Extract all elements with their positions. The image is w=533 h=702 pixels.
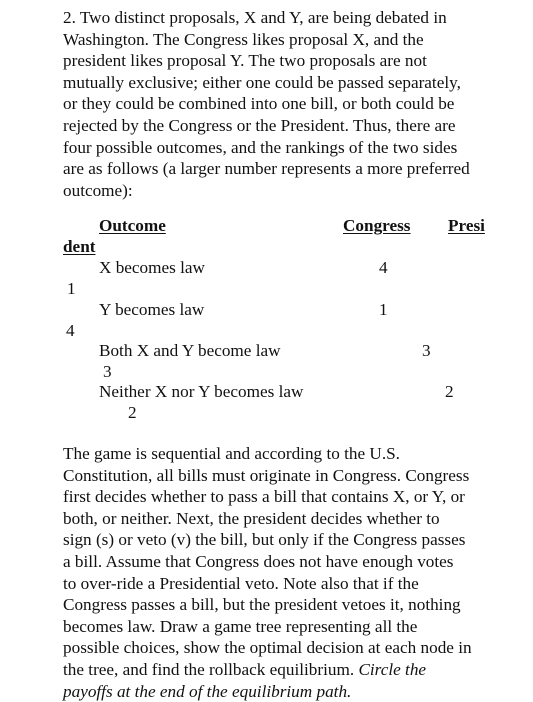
row-congress-rank: 4 xyxy=(379,258,388,277)
intro-line: are as follows (a larger number represen… xyxy=(63,159,470,179)
row-president-rank: 2 xyxy=(128,403,137,422)
body-line: Constitution, all bills must originate i… xyxy=(63,465,470,485)
problem-intro: 2. Two distinct proposals, X and Y, are … xyxy=(63,7,523,201)
body-line: becomes law. Draw a game tree representi… xyxy=(63,616,418,636)
row-president-rank: 3 xyxy=(103,362,112,381)
row-outcome: X becomes law xyxy=(99,258,205,277)
row-congress-rank: 1 xyxy=(379,300,388,319)
body-line: The game is sequential and according to … xyxy=(63,444,400,463)
body-line-mixed: the tree, and find the rollback equilibr… xyxy=(63,659,523,681)
intro-line: 2. Two distinct proposals, X and Y, are … xyxy=(63,8,447,27)
circle-instruction-italic-continued: payoffs at the end of the equilibrium pa… xyxy=(63,681,352,701)
intro-line: president likes proposal Y. The two prop… xyxy=(63,51,427,71)
body-text-plain: the tree, and find the rollback equilibr… xyxy=(63,659,359,679)
intro-line: Washington. The Congress likes proposal … xyxy=(63,29,424,49)
body-line: a bill. Assume that Congress does not ha… xyxy=(63,551,454,571)
body-line: Congress passes a bill, but the presiden… xyxy=(63,595,461,615)
header-outcome: Outcome xyxy=(99,216,166,235)
header-congress: Congress xyxy=(343,216,411,235)
body-line: sign (s) or veto (v) the bill, but only … xyxy=(63,530,466,550)
circle-instruction-italic: Circle the xyxy=(358,659,427,679)
problem-instructions: The game is sequential and according to … xyxy=(63,443,523,702)
intro-line: outcome): xyxy=(63,180,133,200)
intro-line: mutually exclusive; either one could be … xyxy=(63,72,461,92)
row-outcome: Neither X nor Y becomes law xyxy=(99,382,304,401)
header-president-part2: dent xyxy=(63,237,96,256)
row-president-rank: 4 xyxy=(66,321,75,340)
row-outcome: Y becomes law xyxy=(99,300,205,319)
row-congress-rank: 2 xyxy=(445,382,454,401)
intro-line: or they could be combined into one bill,… xyxy=(63,94,455,114)
header-president-part1: Presi xyxy=(448,216,485,235)
body-line: to over-ride a Presidential veto. Note a… xyxy=(63,573,419,593)
body-line: first decides whether to pass a bill tha… xyxy=(63,487,465,507)
row-outcome: Both X and Y become law xyxy=(99,341,281,360)
row-congress-rank: 3 xyxy=(422,341,431,360)
intro-line: four possible outcomes, and the rankings… xyxy=(63,137,458,157)
row-president-rank: 1 xyxy=(67,279,76,298)
body-line: both, or neither. Next, the president de… xyxy=(63,508,440,528)
intro-line: rejected by the Congress or the Presiden… xyxy=(63,115,456,135)
body-line: possible choices, show the optimal decis… xyxy=(63,638,472,658)
